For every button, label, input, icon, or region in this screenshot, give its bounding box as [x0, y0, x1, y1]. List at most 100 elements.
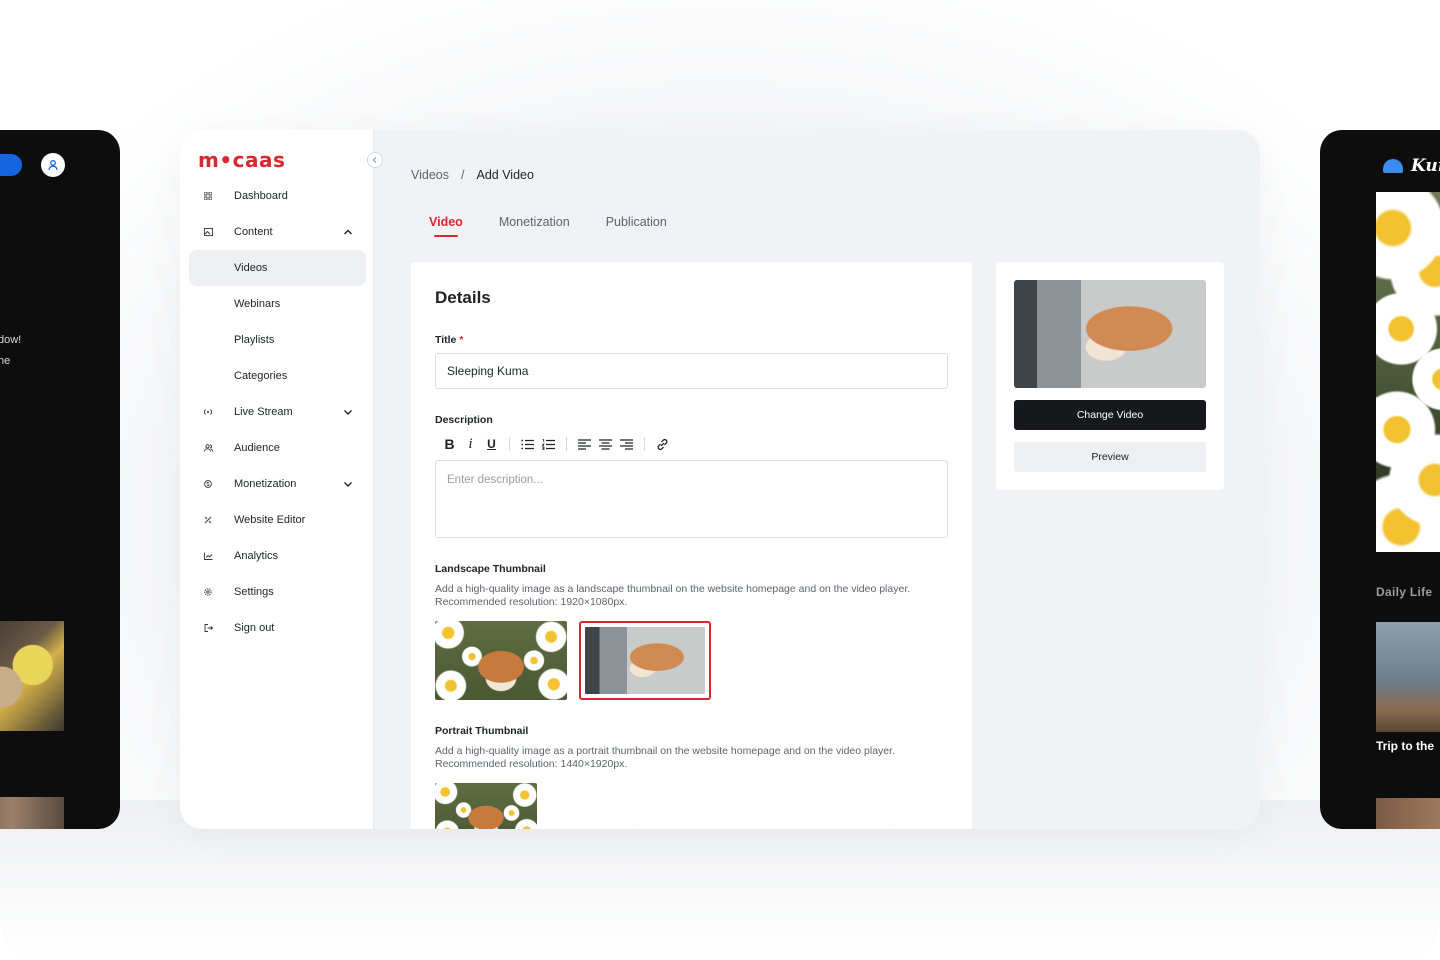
sidebar-item-monetization[interactable]: Monetization: [189, 466, 366, 502]
preview-button[interactable]: Preview: [1014, 442, 1206, 472]
sidebar-item-label: Monetization: [234, 478, 297, 490]
collapse-sidebar-button[interactable]: [367, 152, 383, 168]
align-center-icon[interactable]: [595, 435, 616, 453]
chevron-left-icon: [372, 157, 377, 163]
description-editor[interactable]: Enter description...: [435, 460, 948, 538]
cms-app-window: m•caas Dashboard Content Videos Webinars…: [180, 130, 1260, 829]
left-device-image: [0, 797, 64, 829]
underline-button[interactable]: U: [481, 435, 502, 453]
bullet-list-icon[interactable]: [517, 435, 538, 453]
help-line: Recommended resolution: 1440×1920px.: [435, 758, 628, 770]
signout-icon: [202, 622, 214, 634]
users-icon: [202, 442, 214, 454]
description-label: Description: [435, 414, 493, 426]
image-icon: [202, 226, 214, 238]
numbered-list-icon[interactable]: [538, 435, 559, 453]
brand-logo[interactable]: m•caas: [198, 148, 285, 172]
video-preview-thumbnail: [1014, 280, 1206, 388]
landscape-thumbnail-selected[interactable]: [579, 621, 711, 700]
daisy-image: [1376, 192, 1440, 552]
chevron-down-icon[interactable]: [342, 406, 354, 418]
landscape-help-text: Add a high-quality image as a landscape …: [435, 583, 955, 609]
title-label: Title *: [435, 334, 463, 346]
sidebar-item-label: Settings: [234, 586, 274, 598]
toolbar-divider: [566, 437, 567, 451]
right-device-brand: Kun: [1383, 156, 1440, 176]
left-device-preview: dow! he: [0, 130, 120, 829]
sidebar-item-categories[interactable]: Categories: [189, 358, 366, 394]
video-caption: Trip to the: [1376, 739, 1434, 753]
sidebar-item-website-editor[interactable]: Website Editor: [189, 502, 366, 538]
sidebar-item-label: Videos: [234, 262, 268, 274]
left-device-image: [0, 621, 64, 731]
sidebar-item-label: Content: [234, 226, 273, 238]
sidebar-item-videos[interactable]: Videos: [189, 250, 366, 286]
portrait-thumbnail-option[interactable]: [435, 783, 537, 829]
cap-icon: [1383, 159, 1403, 173]
chevron-up-icon[interactable]: [342, 226, 354, 238]
italic-button[interactable]: i: [460, 435, 481, 453]
sidebar-item-sign-out[interactable]: Sign out: [189, 610, 366, 646]
breadcrumb-separator: /: [461, 168, 465, 182]
sidebar-item-playlists[interactable]: Playlists: [189, 322, 366, 358]
left-device-text: he: [0, 355, 11, 367]
chevron-down-icon[interactable]: [342, 478, 354, 490]
help-line: Recommended resolution: 1920×1080px.: [435, 596, 628, 608]
brand-text: Kun: [1411, 156, 1440, 176]
help-line: Add a high-quality image as a portrait t…: [435, 745, 895, 757]
sidebar-item-label: Webinars: [234, 298, 281, 310]
dollar-icon: [202, 478, 214, 490]
link-icon[interactable]: [652, 435, 673, 453]
tools-icon: [202, 514, 214, 526]
sidebar-item-content[interactable]: Content: [189, 214, 366, 250]
title-input[interactable]: Sleeping Kuma: [435, 353, 948, 389]
left-device-text: dow!: [0, 334, 22, 346]
align-right-icon[interactable]: [616, 435, 637, 453]
sidebar: m•caas Dashboard Content Videos Webinars…: [180, 130, 374, 829]
change-video-button[interactable]: Change Video: [1014, 400, 1206, 430]
title-label-text: Title: [435, 334, 457, 346]
sidebar-item-webinars[interactable]: Webinars: [189, 286, 366, 322]
trip-image: [1376, 798, 1440, 829]
tab-bar: Video Monetization Publication: [429, 215, 667, 237]
sidebar-item-analytics[interactable]: Analytics: [189, 538, 366, 574]
breadcrumb-current: Add Video: [476, 168, 534, 182]
bold-button[interactable]: B: [439, 435, 460, 453]
title-input-value: Sleeping Kuma: [447, 364, 529, 378]
details-heading: Details: [435, 288, 491, 307]
sidebar-item-label: Dashboard: [234, 190, 288, 202]
required-mark: *: [459, 334, 464, 346]
sidebar-item-dashboard[interactable]: Dashboard: [189, 178, 366, 214]
portrait-help-text: Add a high-quality image as a portrait t…: [435, 745, 955, 771]
breadcrumb: Videos / Add Video: [411, 168, 534, 182]
rich-text-toolbar: B i U: [439, 435, 673, 453]
sidebar-item-settings[interactable]: Settings: [189, 574, 366, 610]
landscape-thumbnail-label: Landscape Thumbnail: [435, 563, 546, 575]
blue-button: [0, 154, 22, 176]
section-title: Daily Life: [1376, 585, 1433, 599]
right-device-preview: Kun Daily Life Trip to the: [1320, 130, 1440, 829]
details-card: Details Title * Sleeping Kuma Descriptio…: [411, 262, 972, 829]
broadcast-icon: [202, 406, 214, 418]
sidebar-item-label: Categories: [234, 370, 288, 382]
sidebar-item-label: Audience: [234, 442, 280, 454]
sidebar-item-label: Analytics: [234, 550, 279, 562]
tab-video[interactable]: Video: [429, 215, 463, 237]
user-avatar-icon: [41, 153, 65, 177]
sidebar-item-audience[interactable]: Audience: [189, 430, 366, 466]
tab-monetization[interactable]: Monetization: [499, 215, 570, 237]
tab-publication[interactable]: Publication: [606, 215, 667, 237]
sidebar-item-label: Sign out: [234, 622, 275, 634]
sidebar-item-live-stream[interactable]: Live Stream: [189, 394, 366, 430]
landscape-thumbnail-option[interactable]: [435, 621, 567, 700]
breadcrumb-link-videos[interactable]: Videos: [411, 168, 449, 182]
align-left-icon[interactable]: [574, 435, 595, 453]
video-card: Change Video Preview: [996, 262, 1224, 490]
sidebar-nav: Dashboard Content Videos Webinars Playli…: [189, 178, 366, 646]
help-line: Add a high-quality image as a landscape …: [435, 583, 911, 595]
trip-image: [1376, 622, 1440, 732]
grid-icon: [202, 190, 214, 202]
sidebar-item-label: Live Stream: [234, 406, 293, 418]
portrait-thumbnail-label: Portrait Thumbnail: [435, 725, 529, 737]
toolbar-divider: [509, 437, 510, 451]
